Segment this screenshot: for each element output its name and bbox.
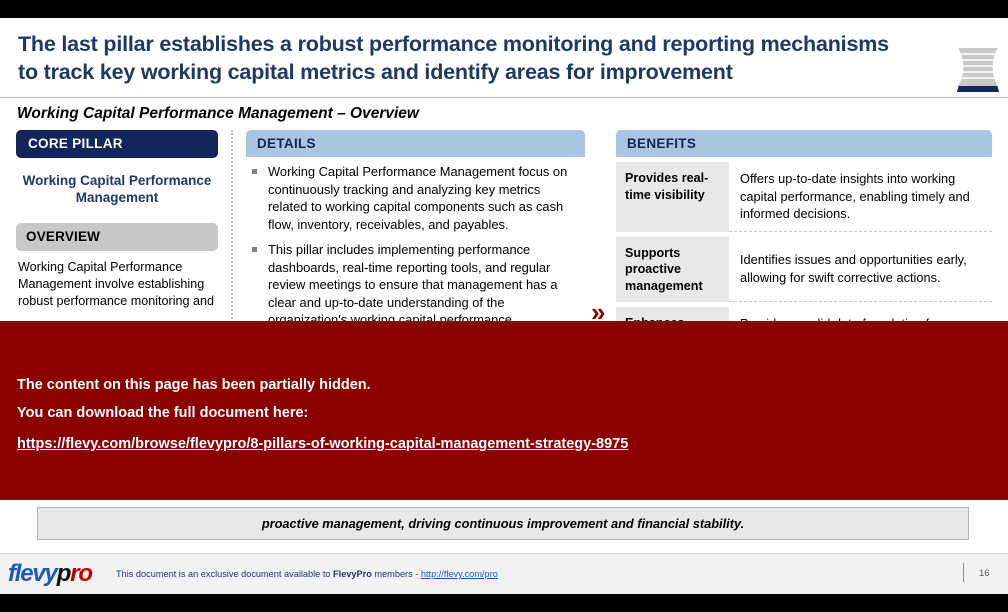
column-divider-left [231,130,233,342]
footer-notice-before: This document is an exclusive document a… [116,569,334,579]
page-title-line1: The last pillar establishes a robust per… [18,32,889,56]
list-item: Working Capital Performance Management f… [246,163,581,233]
top-black-bar [0,0,1008,18]
page-title: The last pillar establishes a robust per… [18,30,928,86]
overlay-line-1: The content on this page has been partia… [17,377,371,393]
footer-brand: FlevyPro [333,569,372,579]
benefit-description: Offers up-to-date insights into working … [729,162,992,232]
bullet-square-icon [252,169,257,174]
overlay-line-2: You can download the full document here: [17,405,309,421]
details-bullet-text: This pillar includes implementing perfor… [268,242,558,327]
benefit-label: Provides real-time visibility [616,162,729,232]
slide-header: The last pillar establishes a robust per… [0,18,1008,98]
core-pillar-header: CORE PILLAR [16,130,218,158]
overlay-download-link[interactable]: https://flevy.com/browse/flevypro/8-pill… [17,436,628,452]
overview-header: OVERVIEW [16,223,218,251]
benefit-label: Supports proactive management [616,236,729,302]
footer-notice: This document is an exclusive document a… [116,569,498,579]
page-number: 16 [979,568,990,579]
overview-body-text: Working Capital Performance Management i… [18,260,215,308]
details-bullet-list: Working Capital Performance Management f… [246,157,585,329]
benefit-description: Identifies issues and opportunities earl… [729,237,992,302]
core-pillar-name: Working Capital Performance Management [22,173,212,205]
bottom-black-bar [0,594,1008,612]
bullet-square-icon [252,247,257,252]
logo-part-ro: ro [70,560,93,587]
table-row: Provides real-time visibility Offers up-… [616,162,992,232]
table-row: Supports proactive management Identifies… [616,236,992,302]
core-pillar-column: CORE PILLAR Working Capital Performance … [16,130,218,310]
page-title-line2: to track key working capital metrics and… [18,60,733,84]
footer-notice-middle: members - [371,569,421,579]
benefits-header: BENEFITS [616,130,992,157]
list-item: This pillar includes implementing perfor… [246,241,581,329]
pillar-column-icon [955,46,1001,94]
flevypro-logo: flevypro [8,560,93,587]
footer-link[interactable]: http://flevy.com/pro [421,569,498,579]
header-divider [0,97,1008,98]
slide-canvas: The last pillar establishes a robust per… [0,18,1008,594]
logo-part-flevy: flevy [8,560,58,587]
details-bullet-text: Working Capital Performance Management f… [268,164,568,232]
details-column: DETAILS Working Capital Performance Mana… [246,130,585,337]
details-header: DETAILS [246,130,585,157]
footer-separator [963,563,964,582]
slide-footer: flevypro This document is an exclusive d… [0,553,1008,594]
hidden-content-overlay: The content on this page has been partia… [0,321,1008,500]
section-subtitle: Working Capital Performance Management –… [17,105,419,122]
logo-part-p: p [56,560,72,587]
summary-box: proactive management, driving continuous… [37,507,969,540]
